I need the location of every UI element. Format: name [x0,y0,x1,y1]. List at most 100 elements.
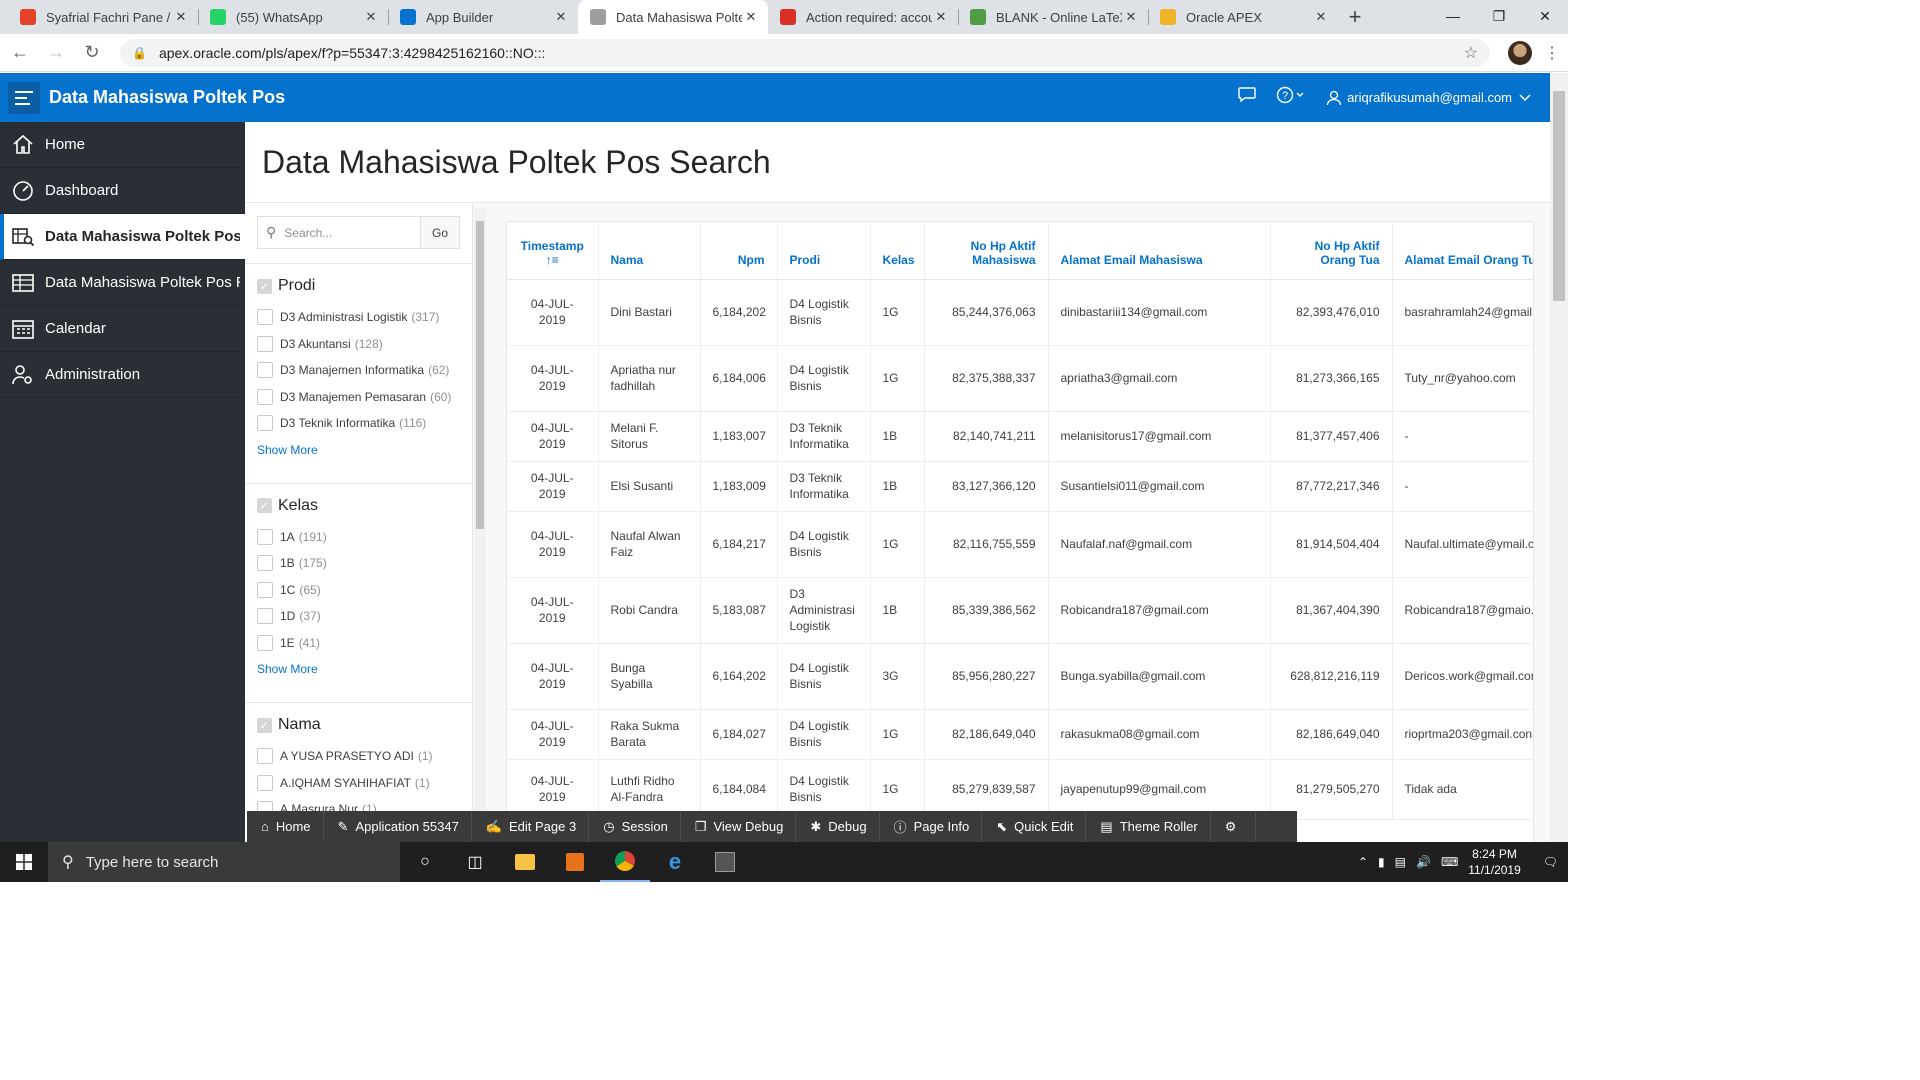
profile-avatar[interactable] [1508,40,1532,65]
network-icon[interactable]: ▤ [1395,855,1406,869]
column-header-nama[interactable]: Nama [598,222,701,280]
cortana-icon[interactable]: ○ [400,842,450,882]
collapse-icon[interactable]: ✓ [257,498,272,513]
chevron-up-icon[interactable]: ⌃ [1358,855,1368,869]
file-explorer-icon[interactable] [500,842,550,882]
facet-scrollbar[interactable] [474,209,486,842]
taskbar-search[interactable]: ⚲ Type here to search [48,842,400,882]
checkbox[interactable] [257,362,273,379]
go-button[interactable]: Go [420,217,459,248]
reload-icon[interactable]: ↻ [76,37,108,69]
devbar-theme-roller-button[interactable]: ▤ Theme Roller [1086,811,1211,842]
checkbox[interactable] [257,748,273,765]
close-tab-icon[interactable]: ✕ [552,9,570,25]
column-header-alamat-email-mahasiswa[interactable]: Alamat Email Mahasiswa [1048,222,1271,280]
show-more-link[interactable]: Show More [257,443,460,457]
close-tab-icon[interactable]: ✕ [172,9,190,25]
devbar-session-button[interactable]: ◷ Session [589,811,681,842]
devbar-home-button[interactable]: ⌂ Home [247,811,324,842]
facet-option[interactable]: D3 Manajemen Informatika (62) [257,357,460,384]
sidebar-item-data[interactable]: Data Mahasiswa Poltek Pos R... [0,260,245,306]
browser-tab[interactable]: BLANK - Online LaTeX E✕ [958,0,1148,34]
facet-option[interactable]: 1A (191) [257,524,460,551]
collapse-icon[interactable]: ✓ [257,278,272,294]
help-menu-icon[interactable]: ? [1276,86,1306,109]
task-view-icon[interactable]: ◫ [450,842,500,882]
browser-tab[interactable]: Oracle APEX ✕ [1148,0,1338,34]
browser-tab[interactable]: Syafrial Fachri Pane / TI ✕ [8,0,198,34]
checkbox[interactable] [257,335,273,352]
close-tab-icon[interactable]: ✕ [362,9,380,25]
facet-option[interactable]: A.IQHAM SYAHIHAFIAT (1) [257,770,460,797]
close-tab-icon[interactable]: ✕ [932,9,950,25]
show-more-link[interactable]: Show More [257,662,460,676]
checkbox[interactable] [257,608,273,625]
devbar-settings-button[interactable]: ⚙ [1211,811,1257,842]
windows-start-icon[interactable] [0,842,48,882]
collapse-icon[interactable]: ✓ [257,717,272,733]
column-header-alamat-email-orang-tu[interactable]: Alamat Email Orang Tu [1392,222,1533,280]
notifications-icon[interactable]: 🗨 [1543,855,1558,869]
browser-tab[interactable]: Action required: accou ✕ [768,0,958,34]
sidebar-item-home[interactable]: Home [0,122,245,168]
facet-header[interactable]: ✓ Kelas [257,494,460,518]
keyboard-icon[interactable]: ⌨ [1441,855,1458,869]
edge-icon[interactable]: e [650,842,700,882]
devbar-application-55347-button[interactable]: ✎ Application 55347 [324,811,472,842]
feedback-icon[interactable] [1238,87,1256,108]
facet-header[interactable]: ✓ Nama [257,713,460,737]
close-tab-icon[interactable]: ✕ [1122,9,1140,25]
facet-header[interactable]: ✓ Prodi [257,274,460,298]
back-icon[interactable]: ← [4,37,36,69]
browser-tab[interactable]: (55) WhatsApp ✕ [198,0,388,34]
checkbox[interactable] [257,528,273,545]
sort-ascending-icon[interactable]: ↑≡ [546,253,559,267]
facet-option[interactable]: A YUSA PRASETYO ADI (1) [257,743,460,770]
page-scrollbar[interactable] [1550,73,1568,842]
checkbox[interactable] [257,555,273,572]
chrome-icon[interactable] [600,842,650,882]
sidebar-item-administration[interactable]: Administration [0,352,245,398]
column-header-no-hp-aktif-orang-tua[interactable]: No Hp Aktif Orang Tua [1270,222,1393,280]
user-menu[interactable]: ariqrafikusumah@gmail.com [1326,90,1532,106]
checkbox[interactable] [257,415,273,432]
checkbox[interactable] [257,309,273,326]
column-header-prodi[interactable]: Prodi [777,222,871,280]
volume-icon[interactable]: 🔊 [1416,855,1431,869]
url-field[interactable]: 🔒 apex.oracle.com/pls/apex/f?p=55347:3:4… [120,38,1490,67]
devbar-edit-page-3-button[interactable]: ✍ Edit Page 3 [472,811,590,842]
facet-option[interactable]: 1D (37) [257,603,460,630]
devbar-debug-button[interactable]: ✱ Debug [796,811,880,842]
new-tab-button[interactable]: + [1338,0,1372,34]
sidebar-item-dashboard[interactable]: Dashboard [0,168,245,214]
facet-option[interactable]: D3 Akuntansi (128) [257,331,460,358]
checkbox[interactable] [257,774,273,791]
facet-option[interactable]: 1C (65) [257,577,460,604]
checkbox[interactable] [257,388,273,405]
minimize-icon[interactable]: — [1430,0,1476,32]
checkbox[interactable] [257,634,273,651]
clock[interactable]: 8:24 PM 11/1/2019 [1468,846,1521,878]
browser-menu-icon[interactable]: ⋮ [1544,43,1560,63]
checkbox[interactable] [257,581,273,598]
menu-toggle-button[interactable] [8,81,40,114]
app-title[interactable]: Data Mahasiswa Poltek Pos [49,87,285,108]
facet-option[interactable]: D3 Manajemen Pemasaran (60) [257,384,460,411]
browser-tab[interactable]: Data Mahasiswa Poltek ✕ [578,0,768,34]
close-tab-icon[interactable]: ✕ [1312,9,1330,25]
column-header-kelas[interactable]: Kelas [870,222,925,280]
bookmark-star-icon[interactable]: ☆ [1464,43,1478,63]
close-window-icon[interactable]: ✕ [1522,0,1568,32]
texmaker-icon[interactable] [700,842,750,882]
devbar-page-info-button[interactable]: ⓘ Page Info [880,811,983,842]
close-tab-icon[interactable]: ✕ [742,9,760,25]
devbar-quick-edit-button[interactable]: ⬉ Quick Edit [982,811,1087,842]
browser-tab[interactable]: App Builder ✕ [388,0,578,34]
devbar-view-debug-button[interactable]: ❐ View Debug [681,811,797,842]
facet-option[interactable]: D3 Administrasi Logistik (317) [257,304,460,331]
column-header-no-hp-aktif-mahasiswa[interactable]: No Hp Aktif Mahasiswa [924,222,1049,280]
facet-option[interactable]: 1E (41) [257,630,460,657]
forward-icon[interactable]: → [40,37,72,69]
maximize-icon[interactable]: ❐ [1476,0,1522,32]
facet-option[interactable]: D3 Teknik Informatika (116) [257,410,460,437]
